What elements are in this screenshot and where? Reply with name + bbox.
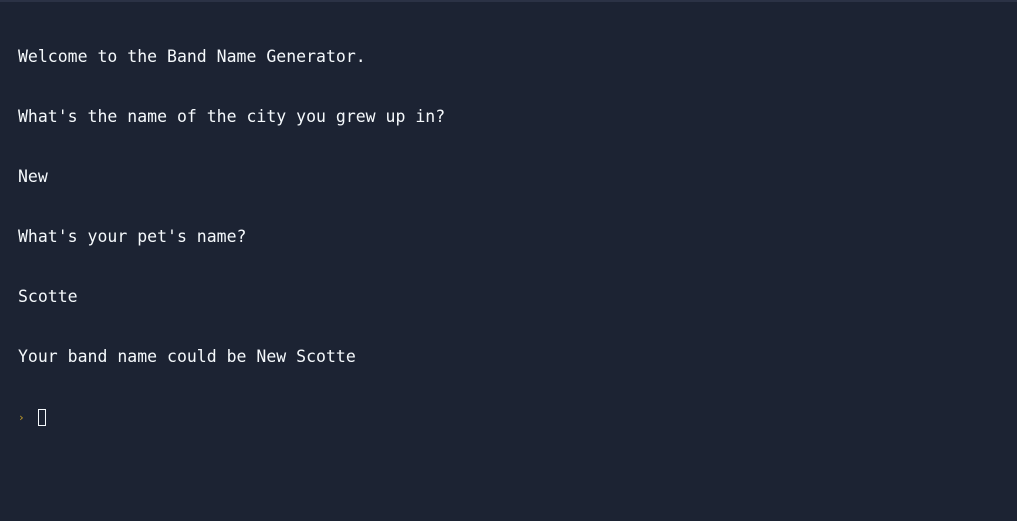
top-border	[0, 0, 1017, 2]
console-line-city-question: What's the name of the city you grew up …	[18, 107, 446, 126]
console-line-pet-question: What's your pet's name?	[18, 227, 247, 246]
console-line-city-answer: New	[18, 167, 48, 186]
prompt-chevron-icon: ›	[18, 411, 25, 424]
console-output[interactable]: Welcome to the Band Name Generator. What…	[18, 7, 1007, 447]
console-line-pet-answer: Scotte	[18, 287, 78, 306]
console-line-result: Your band name could be New Scotte	[18, 347, 356, 366]
console-input-line[interactable]: ›	[18, 407, 1007, 427]
text-cursor	[38, 409, 46, 426]
console-line-welcome: Welcome to the Band Name Generator.	[18, 47, 366, 66]
